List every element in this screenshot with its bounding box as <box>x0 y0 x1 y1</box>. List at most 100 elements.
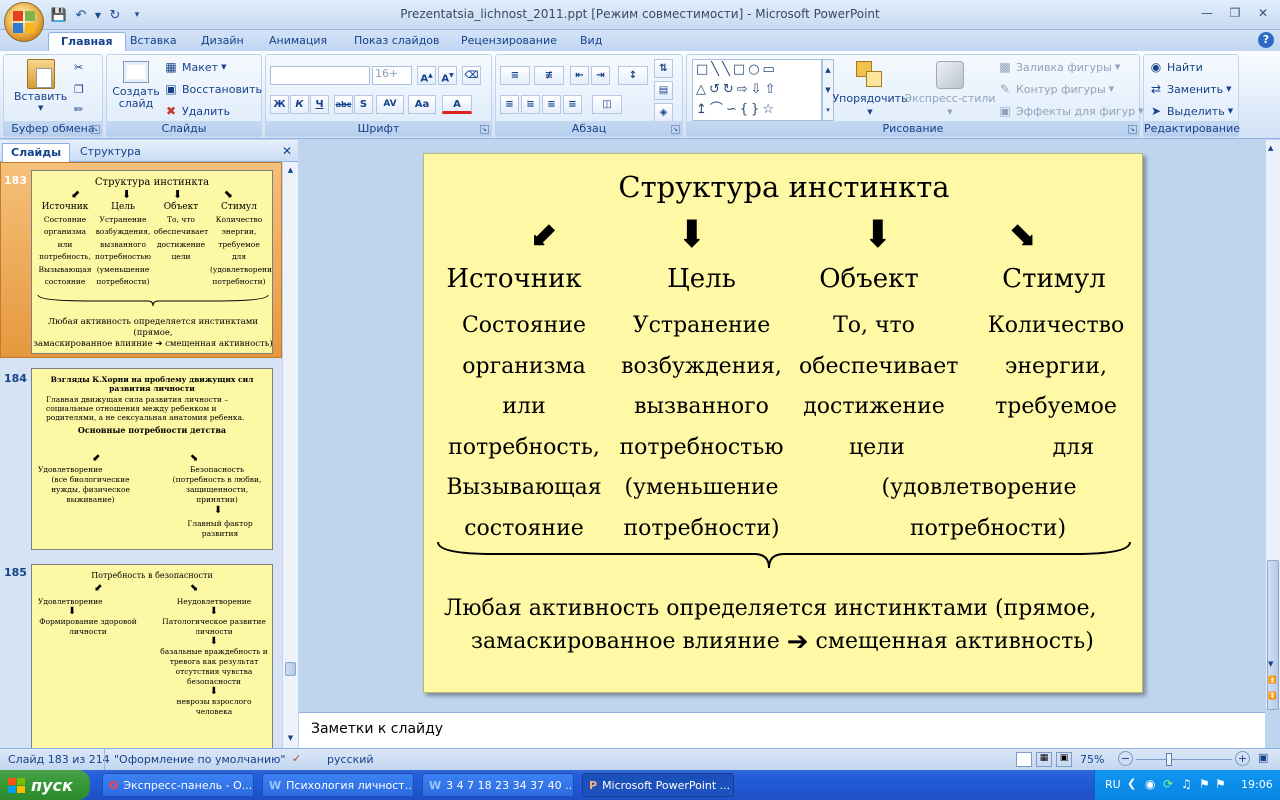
tab-home[interactable]: Главная <box>48 32 126 51</box>
char-spacing-button[interactable]: AV <box>376 95 404 114</box>
delete-slide-button[interactable]: ✖ Удалить <box>163 103 230 119</box>
clear-format-icon[interactable]: ⌫ <box>462 66 481 85</box>
align-center-icon[interactable]: ≡ <box>521 95 540 114</box>
scroll-up-icon[interactable]: ▲ <box>1268 144 1273 152</box>
shadow-button[interactable]: S <box>354 95 373 114</box>
numbering-icon[interactable]: ≢ <box>534 66 564 85</box>
dialog-launcher-icon[interactable]: ↘ <box>91 125 100 134</box>
update-icon[interactable]: ⟳ <box>1163 777 1173 791</box>
dialog-launcher-icon[interactable]: ↘ <box>671 125 680 134</box>
slide-thumbnail-185[interactable]: Потребность в безопасности ⬋ ⬊ Удовлетво… <box>31 564 273 748</box>
current-slide[interactable]: Структура инстинкта ⬋ ⬇ ⬇ ⬊ Источник Цел… <box>423 153 1143 693</box>
font-color-button[interactable]: A <box>442 95 472 114</box>
help-icon[interactable]: ? <box>1258 32 1274 48</box>
new-slide-button[interactable]: Создать слайд <box>111 61 161 110</box>
decrease-indent-icon[interactable]: ⇤ <box>570 66 589 85</box>
tab-animation[interactable]: Анимация <box>257 32 339 51</box>
slide-thumbnail-183[interactable]: Структура инстинкта ⬋ ⬇ ⬇ ⬊ Источник Состоян… <box>31 170 273 354</box>
close-button[interactable]: ✕ <box>1250 3 1276 23</box>
copy-icon[interactable]: ❐ <box>74 83 84 96</box>
format-painter-icon[interactable]: ✏ <box>74 103 83 116</box>
reset-button[interactable]: ▣ Восстановить <box>163 81 262 97</box>
paste-button[interactable]: Вставить ▼ <box>14 59 67 112</box>
line-spacing-icon[interactable]: ↕ <box>618 66 648 85</box>
find-button[interactable]: ◉ Найти <box>1148 59 1203 75</box>
tab-review[interactable]: Рецензирование <box>449 32 569 51</box>
taskbar-item-powerpoint[interactable]: P Microsoft PowerPoint ... <box>582 773 734 797</box>
zoom-slider-track[interactable] <box>1136 759 1232 760</box>
zoom-level[interactable]: 75% <box>1080 753 1104 766</box>
slides-pane-scrollbar[interactable]: ▲ ▼ <box>282 162 298 748</box>
shapes-gallery[interactable]: □╲╲□○▭ △↺↻⇨⇩⇧ ↥⌒∽{}☆ <box>692 59 822 121</box>
shape-effects-button[interactable]: ▣ Эффекты для фигур ▼ <box>997 103 1143 119</box>
align-right-icon[interactable]: ≡ <box>542 95 561 114</box>
underline-button[interactable]: Ч <box>310 95 329 114</box>
shrink-font-icon[interactable]: A▼ <box>438 66 457 85</box>
fit-to-window-icon[interactable]: ▣ <box>1258 751 1274 767</box>
cut-icon[interactable]: ✂ <box>74 61 83 74</box>
tab-view[interactable]: Вид <box>568 32 614 51</box>
bold-button[interactable]: Ж <box>270 95 289 114</box>
start-button[interactable]: пуск <box>0 770 90 800</box>
office-button[interactable] <box>4 2 44 42</box>
replace-button[interactable]: ⇄ Заменить ▼ <box>1148 81 1232 97</box>
chevron-down-icon[interactable]: ▼ <box>94 6 102 24</box>
scroll-down-icon[interactable]: ▼ <box>285 734 296 744</box>
theme-name[interactable]: "Оформление по умолчанию" <box>114 753 285 766</box>
zoom-slider-thumb[interactable] <box>1166 753 1172 766</box>
grow-font-icon[interactable]: A▲ <box>417 66 436 85</box>
quick-styles-button[interactable]: Экспресс-стили ▼ <box>904 61 996 116</box>
slide-thumbnail-184[interactable]: Взгляды К.Хорни на проблему движущих сил… <box>31 368 273 550</box>
customize-qat-icon[interactable]: ▾ <box>128 6 146 24</box>
slide-sorter-icon[interactable]: ▦ <box>1036 752 1052 767</box>
slideshow-view-icon[interactable]: ▣ <box>1056 752 1072 767</box>
change-case-button[interactable]: Aa <box>408 95 436 114</box>
tab-insert[interactable]: Вставка <box>118 32 189 51</box>
tab-slideshow[interactable]: Показ слайдов <box>342 32 452 51</box>
select-button[interactable]: ➤ Выделить ▼ <box>1148 103 1233 119</box>
antivirus-icon[interactable]: ⚑ <box>1199 777 1210 791</box>
smartart-icon[interactable]: ◈ <box>654 103 673 122</box>
editor-scrollbar[interactable]: ▲ ▼ ⏫ ⏬ <box>1265 140 1280 710</box>
scroll-thumb[interactable] <box>285 662 296 676</box>
taskbar-item-opera[interactable]: O Экспресс-панель - О... <box>102 773 254 797</box>
scroll-up-icon[interactable]: ▲ <box>285 166 296 176</box>
columns-icon[interactable]: ◫ <box>592 95 622 114</box>
font-size-input[interactable]: 16+ <box>372 66 412 85</box>
language-indicator[interactable]: русский <box>327 753 374 766</box>
align-text-icon[interactable]: ▤ <box>654 81 673 100</box>
strikethrough-button[interactable]: abc <box>334 95 353 114</box>
arrange-button[interactable]: Упорядочить ▼ <box>832 61 908 116</box>
next-slide-icon[interactable]: ⏬ <box>1268 692 1277 700</box>
bullets-icon[interactable]: ≡ <box>500 66 530 85</box>
speaker-icon[interactable]: ♫ <box>1181 777 1192 791</box>
notes-pane[interactable]: Заметки к слайду <box>299 712 1265 748</box>
normal-view-icon[interactable] <box>1016 752 1032 767</box>
italic-button[interactable]: К <box>290 95 309 114</box>
minimize-button[interactable]: — <box>1194 3 1220 23</box>
previous-slide-icon[interactable]: ⏫ <box>1268 676 1277 684</box>
taskbar-item-word-1[interactable]: W Психология личност... <box>262 773 414 797</box>
shape-outline-button[interactable]: ✎ Контур фигуры ▼ <box>997 81 1114 97</box>
justify-icon[interactable]: ≡ <box>563 95 582 114</box>
tab-design[interactable]: Дизайн <box>189 32 256 51</box>
undo-icon[interactable]: ↶ <box>72 6 90 24</box>
input-language[interactable]: RU <box>1105 778 1121 791</box>
spellcheck-icon[interactable]: ✓ <box>292 752 301 765</box>
tab-outline[interactable]: Структура <box>72 143 149 162</box>
redo-icon[interactable]: ↻ <box>106 6 124 24</box>
zoom-in-icon[interactable]: + <box>1235 751 1250 766</box>
dialog-launcher-icon[interactable]: ↘ <box>480 125 489 134</box>
increase-indent-icon[interactable]: ⇥ <box>591 66 610 85</box>
tab-slides[interactable]: Слайды <box>2 143 71 162</box>
scroll-down-icon[interactable]: ▼ <box>1268 660 1273 668</box>
align-left-icon[interactable]: ≡ <box>500 95 519 114</box>
zoom-out-icon[interactable]: − <box>1118 751 1133 766</box>
save-icon[interactable]: 💾 <box>50 6 68 24</box>
network-icon[interactable]: ◉ <box>1145 777 1155 791</box>
maximize-button[interactable]: ❐ <box>1222 3 1248 23</box>
close-icon[interactable]: ✕ <box>282 144 292 158</box>
text-direction-icon[interactable]: ⇅ <box>654 59 673 78</box>
taskbar-item-word-2[interactable]: W3 4 7 18 23 34 37 40 ... <box>422 773 574 797</box>
tray-expand-icon[interactable]: ❮ <box>1127 777 1136 790</box>
